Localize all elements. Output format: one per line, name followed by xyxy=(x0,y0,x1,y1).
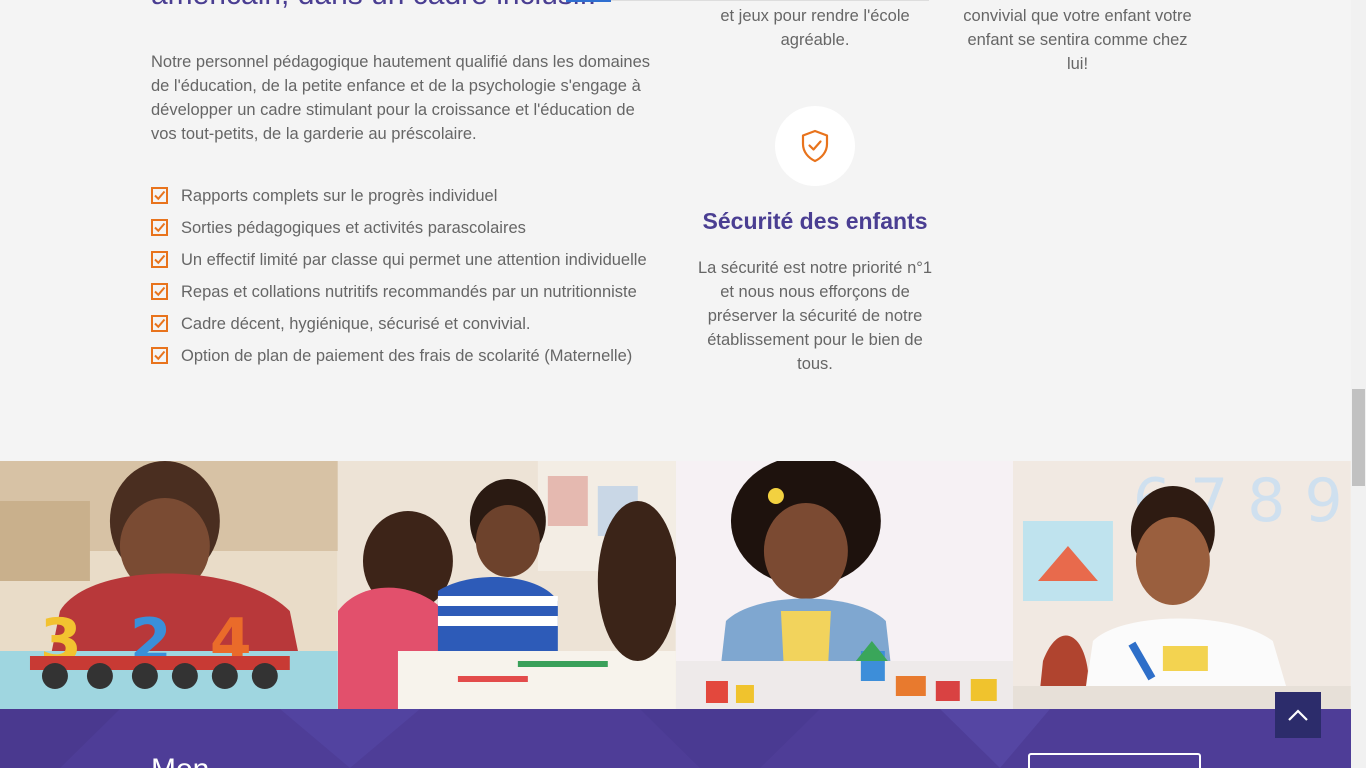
scrollbar-thumb[interactable] xyxy=(1352,389,1365,486)
safety-icon-circle xyxy=(775,106,855,186)
checklist-item: Rapports complets sur le progrès individ… xyxy=(151,184,671,208)
checklist-item-text: Rapports complets sur le progrès individ… xyxy=(181,187,498,205)
checklist-item: Option de plan de paiement des frais de … xyxy=(151,344,671,368)
checkbox-checked-icon xyxy=(151,251,168,268)
checkbox-checked-icon xyxy=(151,283,168,300)
call-to-action-band: Mon ... xyxy=(0,709,1351,768)
checklist-item-text: Sorties pédagogiques et activités parasc… xyxy=(181,219,526,237)
back-to-top-button[interactable] xyxy=(1275,692,1321,738)
benefits-checklist: Rapports complets sur le progrès individ… xyxy=(151,184,671,376)
child-with-number-train-photo: 3 2 4 xyxy=(0,461,338,709)
section-heading-fragment: américain, dans un cadre inclusif. xyxy=(151,0,596,12)
children-drawing-photo xyxy=(337,461,676,709)
checklist-item-text: Option de plan de paiement des frais de … xyxy=(181,347,633,365)
checkbox-checked-icon xyxy=(151,187,168,204)
intro-paragraph: Notre personnel pédagogique hautement qu… xyxy=(151,53,651,143)
safety-feature-title: Sécurité des enfants xyxy=(702,208,928,234)
checkbox-checked-icon xyxy=(151,219,168,236)
checklist-item-text: Cadre décent, hygiénique, sécurisé et co… xyxy=(181,315,531,333)
boy-drawing-photo: 6 7 8 9 xyxy=(1013,461,1351,709)
safety-feature-text: La sécurité est notre priorité n°1 et no… xyxy=(697,259,933,373)
feature-activities-text: et jeux pour rendre l'école agréable. xyxy=(720,7,910,49)
checklist-item: Repas et collations nutritifs recommandé… xyxy=(151,280,671,304)
checkbox-checked-icon xyxy=(151,315,168,332)
band-title-fragment: Mon ... xyxy=(151,753,243,768)
checklist-item: Un effectif limité par classe qui permet… xyxy=(151,248,671,272)
photo-gallery: 3 2 4 6 7 8 9 xyxy=(0,461,1351,709)
shield-check-icon xyxy=(801,129,829,163)
divider xyxy=(611,0,929,1)
girl-with-blocks-photo xyxy=(675,461,1014,709)
checklist-item-text: Repas et collations nutritifs recommandé… xyxy=(181,283,637,301)
checklist-item-text: Un effectif limité par classe qui permet… xyxy=(181,251,647,269)
chevron-up-icon xyxy=(1288,709,1308,721)
feature-environment-text: convivial que votre enfant votre enfant … xyxy=(963,7,1192,73)
band-cta-button[interactable] xyxy=(1028,753,1201,768)
page-scrollbar[interactable] xyxy=(1351,0,1366,768)
checklist-item: Sorties pédagogiques et activités parasc… xyxy=(151,216,671,240)
heading-accent-underline xyxy=(566,0,611,2)
checklist-item: Cadre décent, hygiénique, sécurisé et co… xyxy=(151,312,671,336)
checkbox-checked-icon xyxy=(151,347,168,364)
